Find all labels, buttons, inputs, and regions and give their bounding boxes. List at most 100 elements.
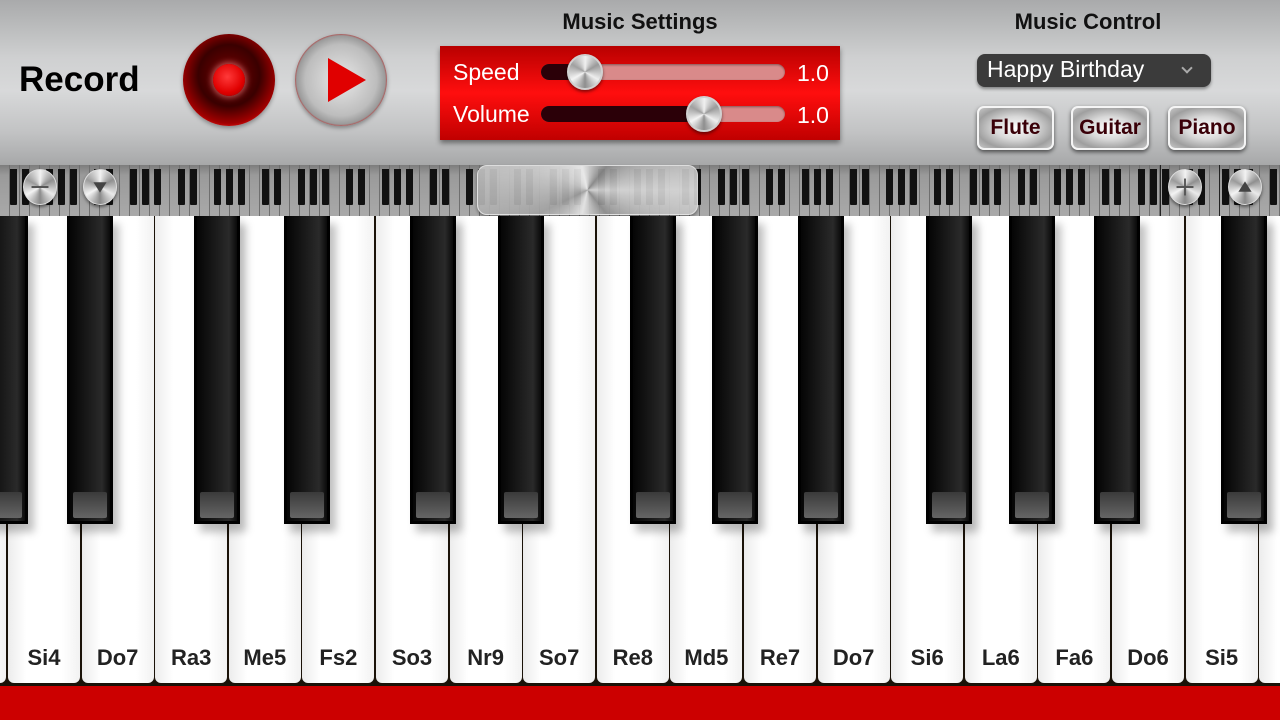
volume-slider-row: Volume 1.0 — [440, 96, 840, 136]
navigator-black-key — [910, 169, 917, 205]
volume-slider-thumb[interactable] — [686, 96, 723, 132]
navigator-black-key — [934, 169, 941, 205]
navigator-black-key — [298, 169, 305, 205]
black-key[interactable] — [410, 216, 456, 524]
speed-slider-thumb[interactable] — [566, 54, 603, 90]
music-control-title: Music Control — [1014, 9, 1162, 34]
play-button[interactable] — [295, 34, 387, 126]
navigator-black-key — [970, 169, 977, 205]
black-key[interactable] — [798, 216, 844, 524]
black-key-tip — [932, 492, 966, 518]
key-label: Re7 — [759, 645, 801, 670]
navigator-black-key — [130, 169, 137, 205]
navigator-black-key — [850, 169, 857, 205]
navigator-black-key — [1054, 169, 1061, 205]
minus-icon — [31, 186, 49, 188]
navigator-black-key — [394, 169, 401, 205]
black-key[interactable] — [926, 216, 972, 524]
key-label: La6 — [981, 645, 1020, 670]
black-key-tip — [804, 492, 838, 518]
black-key-tip — [1227, 492, 1261, 518]
speed-slider[interactable] — [541, 54, 785, 90]
black-key[interactable] — [67, 216, 113, 524]
black-key-tip — [200, 492, 234, 518]
navigator-black-key — [898, 169, 905, 205]
top-panel: Record Music Settings Speed 1.0 Volume 1… — [0, 0, 1280, 165]
navigator-black-key — [322, 169, 329, 205]
key-label: Do7 — [832, 645, 875, 670]
zoom-out-button[interactable] — [23, 169, 57, 205]
black-key[interactable] — [712, 216, 758, 524]
navigator-viewport-handle[interactable] — [477, 165, 698, 215]
navigator-black-key — [406, 169, 413, 205]
black-key[interactable] — [498, 216, 544, 524]
black-key-tip — [416, 492, 450, 518]
record-label: Record — [19, 60, 140, 99]
key-label: Si5 — [1205, 645, 1239, 670]
navigator-black-key — [1066, 169, 1073, 205]
key-label: Do6 — [1127, 645, 1169, 670]
navigator-black-key — [766, 169, 773, 205]
navigator-black-key — [1138, 169, 1145, 205]
navigator-black-key — [1102, 169, 1109, 205]
scroll-down-button[interactable] — [83, 169, 117, 205]
key-label: Re8 — [612, 645, 653, 670]
record-button[interactable] — [183, 34, 275, 126]
navigator-black-key — [430, 169, 437, 205]
triangle-up-icon — [1238, 181, 1252, 192]
navigator-black-key — [718, 169, 725, 205]
bottom-bar — [0, 686, 1280, 720]
zoom-in-button[interactable] — [1168, 169, 1202, 205]
song-select-value: Happy Birthday — [987, 56, 1145, 82]
navigator-black-key — [142, 169, 149, 205]
scroll-up-button[interactable] — [1228, 169, 1262, 205]
key-label: Fa6 — [1055, 645, 1094, 670]
navigator-black-key — [886, 169, 893, 205]
key-label: So3 — [391, 645, 433, 670]
navigator-black-key — [778, 169, 785, 205]
black-key[interactable] — [194, 216, 240, 524]
navigator-black-key — [802, 169, 809, 205]
navigator-black-key — [262, 169, 269, 205]
black-key[interactable] — [1221, 216, 1267, 524]
navigator-black-key — [1018, 169, 1025, 205]
key-label: Ra3 — [171, 645, 212, 670]
navigator-black-key — [1150, 169, 1157, 205]
navigator-black-key — [1114, 169, 1121, 205]
speed-label: Speed — [453, 59, 520, 85]
music-settings-panel: Speed 1.0 Volume 1.0 — [440, 46, 840, 140]
key-label: Si4 — [27, 645, 61, 670]
volume-slider[interactable] — [541, 96, 785, 132]
black-key[interactable] — [1094, 216, 1140, 524]
navigator-black-key — [826, 169, 833, 205]
black-key[interactable] — [0, 216, 28, 524]
black-key-tip — [73, 492, 107, 518]
black-key-tip — [718, 492, 752, 518]
navigator-black-key — [346, 169, 353, 205]
piano-button[interactable]: Piano — [1168, 106, 1246, 150]
navigator-black-key — [946, 169, 953, 205]
black-key[interactable] — [630, 216, 676, 524]
navigator-black-key — [1030, 169, 1037, 205]
navigator-black-key — [10, 169, 17, 205]
navigator-black-key — [862, 169, 869, 205]
song-select[interactable]: Happy Birthday — [977, 54, 1211, 87]
navigator-black-key — [730, 169, 737, 205]
key-label: Si6 — [910, 645, 944, 670]
black-key-tip — [504, 492, 538, 518]
navigator-black-key — [310, 169, 317, 205]
black-key-tip — [1100, 492, 1134, 518]
key-label: Me5 — [243, 645, 287, 670]
guitar-button[interactable]: Guitar — [1071, 106, 1149, 150]
navigator-black-key — [1270, 169, 1277, 205]
navigator-black-key — [358, 169, 365, 205]
key-label: Md5 — [684, 645, 729, 670]
record-icon — [213, 64, 245, 96]
navigator-black-key — [274, 169, 281, 205]
black-key[interactable] — [1009, 216, 1055, 524]
chevron-down-icon — [1181, 62, 1193, 74]
navigator-black-key — [466, 169, 473, 205]
black-key[interactable] — [284, 216, 330, 524]
navigator-black-key — [1078, 169, 1085, 205]
flute-button[interactable]: Flute — [977, 106, 1054, 150]
